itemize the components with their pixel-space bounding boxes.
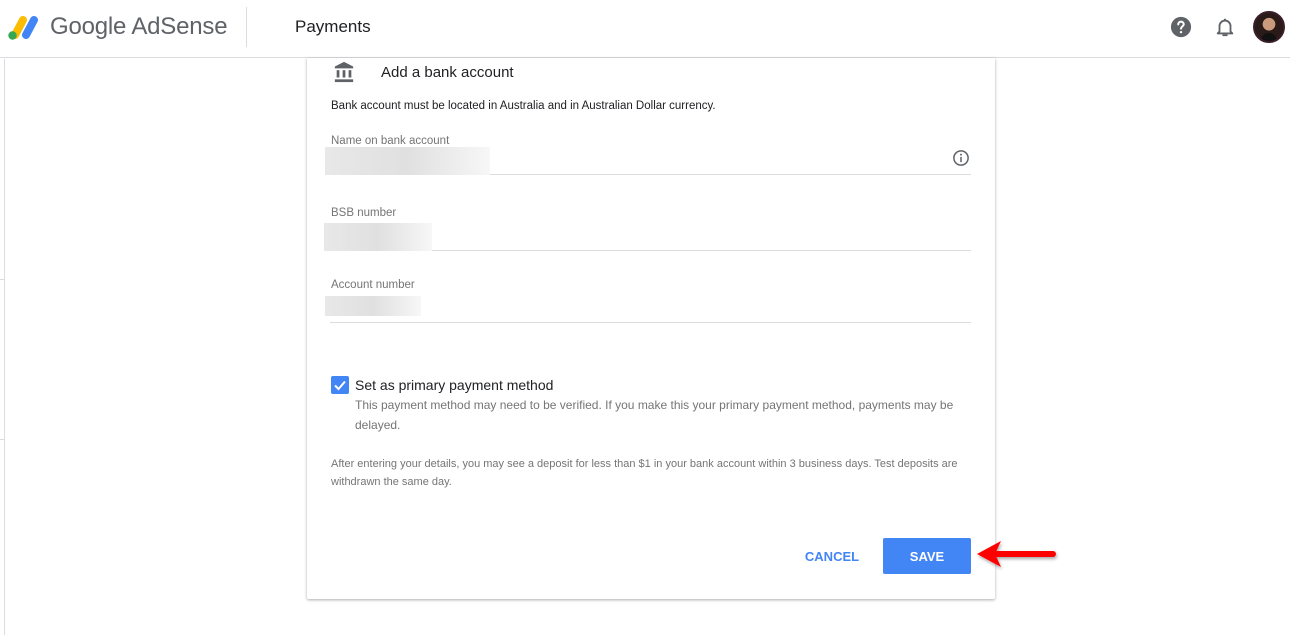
header-divider bbox=[246, 7, 247, 47]
page-title: Payments bbox=[295, 17, 371, 36]
account-number-input[interactable] bbox=[325, 293, 971, 319]
primary-payment-help: This payment method may need to be verif… bbox=[355, 398, 954, 432]
primary-payment-checkbox[interactable] bbox=[331, 376, 349, 394]
save-button[interactable]: SAVE bbox=[883, 538, 971, 574]
bsb-number-field: BSB number bbox=[324, 207, 971, 269]
name-on-account-field: Name on bank account bbox=[325, 135, 971, 197]
field-label: BSB number bbox=[331, 207, 397, 219]
red-arrow-annotation-icon bbox=[977, 541, 1056, 567]
card-title: Add a bank account bbox=[381, 64, 514, 81]
field-underline bbox=[330, 322, 971, 323]
user-avatar[interactable] bbox=[1253, 11, 1285, 43]
brand-name: Google AdSense bbox=[50, 13, 228, 40]
notifications-bell-icon[interactable] bbox=[1214, 16, 1236, 38]
primary-payment-label[interactable]: Set as primary payment method bbox=[355, 377, 553, 393]
top-app-bar: Google AdSense Payments bbox=[0, 0, 1290, 58]
name-on-account-input[interactable] bbox=[325, 149, 971, 175]
bank-location-notice: Bank account must be located in Australi… bbox=[331, 100, 716, 112]
field-underline bbox=[490, 174, 971, 175]
bank-icon bbox=[334, 61, 354, 83]
bsb-number-input[interactable] bbox=[325, 221, 971, 247]
account-number-field: Account number bbox=[325, 279, 971, 341]
help-icon[interactable] bbox=[1170, 16, 1192, 38]
info-icon[interactable] bbox=[952, 149, 970, 167]
rail-divider bbox=[0, 439, 5, 440]
field-label: Account number bbox=[331, 279, 415, 291]
cancel-button[interactable]: CANCEL bbox=[796, 538, 868, 574]
left-navigation-rail bbox=[0, 59, 5, 635]
field-label: Name on bank account bbox=[331, 135, 450, 147]
add-bank-account-card: Add a bank account Bank account must be … bbox=[307, 58, 995, 599]
field-underline bbox=[432, 250, 971, 251]
test-deposit-note: After entering your details, you may see… bbox=[331, 458, 958, 488]
rail-divider bbox=[0, 279, 5, 280]
checkmark-icon bbox=[334, 380, 346, 391]
adsense-logo-icon[interactable] bbox=[5, 13, 39, 41]
